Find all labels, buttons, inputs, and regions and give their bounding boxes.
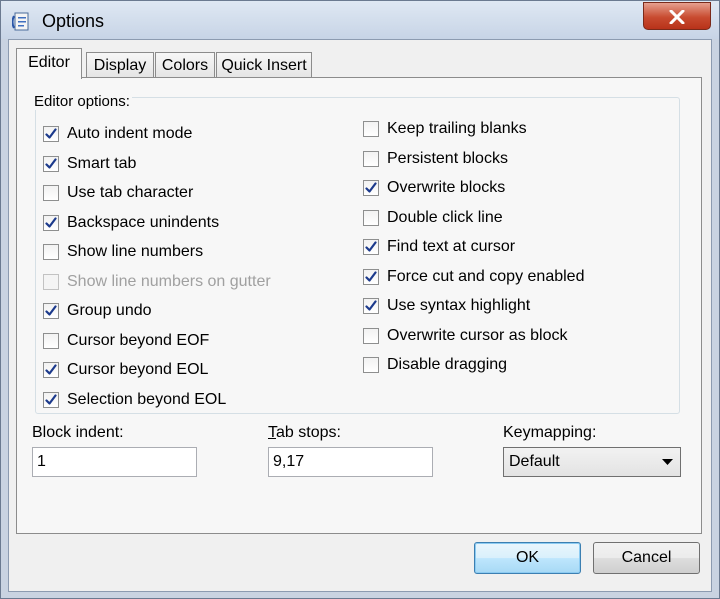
checkbox-double-click-line[interactable]: Double click line xyxy=(363,208,643,230)
checkbox-force-cut-and-copy-enabled[interactable]: Force cut and copy enabled xyxy=(363,267,643,289)
tab-stops-accelerator: T xyxy=(268,424,276,441)
checkbox-label: Backspace unindents xyxy=(67,213,220,231)
checkbox-backspace-unindents[interactable]: Backspace unindents xyxy=(43,213,323,235)
checkbox-box[interactable] xyxy=(43,126,59,142)
checkbox-selection-beyond-eol[interactable]: Selection beyond EOL xyxy=(43,390,323,412)
checkbox-smart-tab[interactable]: Smart tab xyxy=(43,154,323,176)
checkbox-show-line-numbers[interactable]: Show line numbers xyxy=(43,242,323,264)
checkbox-label: Find text at cursor xyxy=(387,238,516,255)
checkbox-box xyxy=(43,273,59,290)
checkbox-cursor-beyond-eol[interactable]: Cursor beyond EOL xyxy=(43,360,323,382)
chevron-down-icon xyxy=(662,459,673,465)
ok-button[interactable]: OK xyxy=(474,542,581,574)
check-icon xyxy=(365,300,377,311)
checkbox-cursor-beyond-eof[interactable]: Cursor beyond EOF xyxy=(43,331,323,353)
checkbox-group-undo[interactable]: Group undo xyxy=(43,301,323,323)
checkbox-label: Selection beyond EOL xyxy=(67,390,227,408)
tab-stops-label-text: ab stops: xyxy=(276,424,341,441)
checkbox-box[interactable] xyxy=(363,298,379,314)
check-icon xyxy=(45,128,57,139)
checkbox-box[interactable] xyxy=(363,239,379,255)
checkbox-box[interactable] xyxy=(43,244,59,260)
checkbox-box[interactable] xyxy=(43,214,59,231)
check-icon xyxy=(365,270,377,282)
checkbox-show-line-numbers-on-gutter: Show line numbers on gutter xyxy=(43,272,323,294)
checkbox-label: Disable dragging xyxy=(387,356,508,373)
tab-stops-label: Tab stops: xyxy=(268,424,341,442)
keymapping-select[interactable]: Default xyxy=(503,447,681,477)
tab-stops-input[interactable]: 9,17 xyxy=(268,447,433,477)
checkbox-overwrite-cursor-as-block[interactable]: Overwrite cursor as block xyxy=(363,326,643,348)
checkbox-box[interactable] xyxy=(363,209,379,226)
check-icon xyxy=(45,216,57,228)
checkbox-box[interactable] xyxy=(363,121,379,137)
checkbox-auto-indent-mode[interactable]: Auto indent mode xyxy=(43,124,323,146)
checkbox-box[interactable] xyxy=(43,185,59,201)
checkbox-keep-trailing-blanks[interactable]: Keep trailing blanks xyxy=(363,119,643,141)
close-button[interactable] xyxy=(643,2,711,30)
checkbox-box[interactable] xyxy=(363,327,379,344)
check-icon xyxy=(45,157,57,169)
checkbox-box[interactable] xyxy=(43,391,59,408)
checkbox-overwrite-blocks[interactable]: Overwrite blocks xyxy=(363,178,643,200)
checkbox-use-tab-character[interactable]: Use tab character xyxy=(43,183,323,205)
checkbox-box[interactable] xyxy=(363,150,379,167)
options-window: Options Editor Display Colors Quick Inse… xyxy=(0,0,720,599)
tab-editor[interactable]: Editor xyxy=(16,48,82,79)
checkbox-box[interactable] xyxy=(43,303,59,319)
checkbox-box[interactable] xyxy=(363,268,379,285)
checkbox-find-text-at-cursor[interactable]: Find text at cursor xyxy=(363,237,643,259)
block-indent-input[interactable]: 1 xyxy=(32,447,197,477)
options-app-icon xyxy=(11,12,30,32)
checkbox-label: Use tab character xyxy=(67,184,194,201)
checkbox-label: Group undo xyxy=(67,302,152,319)
cancel-button[interactable]: Cancel xyxy=(593,542,700,574)
tab-display[interactable]: Display xyxy=(86,52,154,78)
tab-quick-insert[interactable]: Quick Insert xyxy=(216,52,312,78)
checkbox-label: Smart tab xyxy=(67,154,137,172)
checkbox-label: Show line numbers on gutter xyxy=(67,272,271,290)
check-icon xyxy=(365,241,377,252)
checkbox-label: Cursor beyond EOL xyxy=(67,361,209,378)
checkbox-label: Show line numbers xyxy=(67,243,204,260)
window-title: Options xyxy=(42,11,105,31)
title-bar: Options xyxy=(1,1,719,39)
checkbox-box[interactable] xyxy=(363,180,379,196)
check-icon xyxy=(45,393,57,405)
checkbox-disable-dragging[interactable]: Disable dragging xyxy=(363,355,643,377)
checkbox-box[interactable] xyxy=(43,362,59,378)
dialog-body: Editor Display Colors Quick Insert Edito… xyxy=(8,39,712,592)
checkbox-label: Use syntax highlight xyxy=(387,297,531,314)
checkbox-label: Persistent blocks xyxy=(387,149,508,167)
keymapping-label: Keymapping: xyxy=(503,424,597,441)
tab-colors[interactable]: Colors xyxy=(155,52,215,78)
editor-tab-panel: Editor options: Auto indent mode Smart ta… xyxy=(16,77,702,534)
checkbox-label: Auto indent mode xyxy=(67,125,193,142)
checkbox-box[interactable] xyxy=(43,155,59,172)
close-icon xyxy=(669,10,685,24)
keymapping-value: Default xyxy=(509,453,560,470)
checkbox-label: Force cut and copy enabled xyxy=(387,267,585,285)
checkbox-label: Keep trailing blanks xyxy=(387,120,527,137)
check-icon xyxy=(45,364,57,375)
checkbox-label: Overwrite cursor as block xyxy=(387,326,568,344)
checkbox-box[interactable] xyxy=(43,332,59,349)
check-icon xyxy=(45,305,57,316)
checkbox-label: Overwrite blocks xyxy=(387,179,506,196)
block-indent-label: Block indent: xyxy=(32,424,124,441)
check-icon xyxy=(365,182,377,193)
checkbox-use-syntax-highlight[interactable]: Use syntax highlight xyxy=(363,296,643,318)
checkbox-persistent-blocks[interactable]: Persistent blocks xyxy=(363,149,643,171)
checkbox-box[interactable] xyxy=(363,357,379,373)
editor-options-label: Editor options: xyxy=(32,93,132,110)
checkbox-label: Cursor beyond EOF xyxy=(67,331,210,349)
checkbox-label: Double click line xyxy=(387,208,503,226)
